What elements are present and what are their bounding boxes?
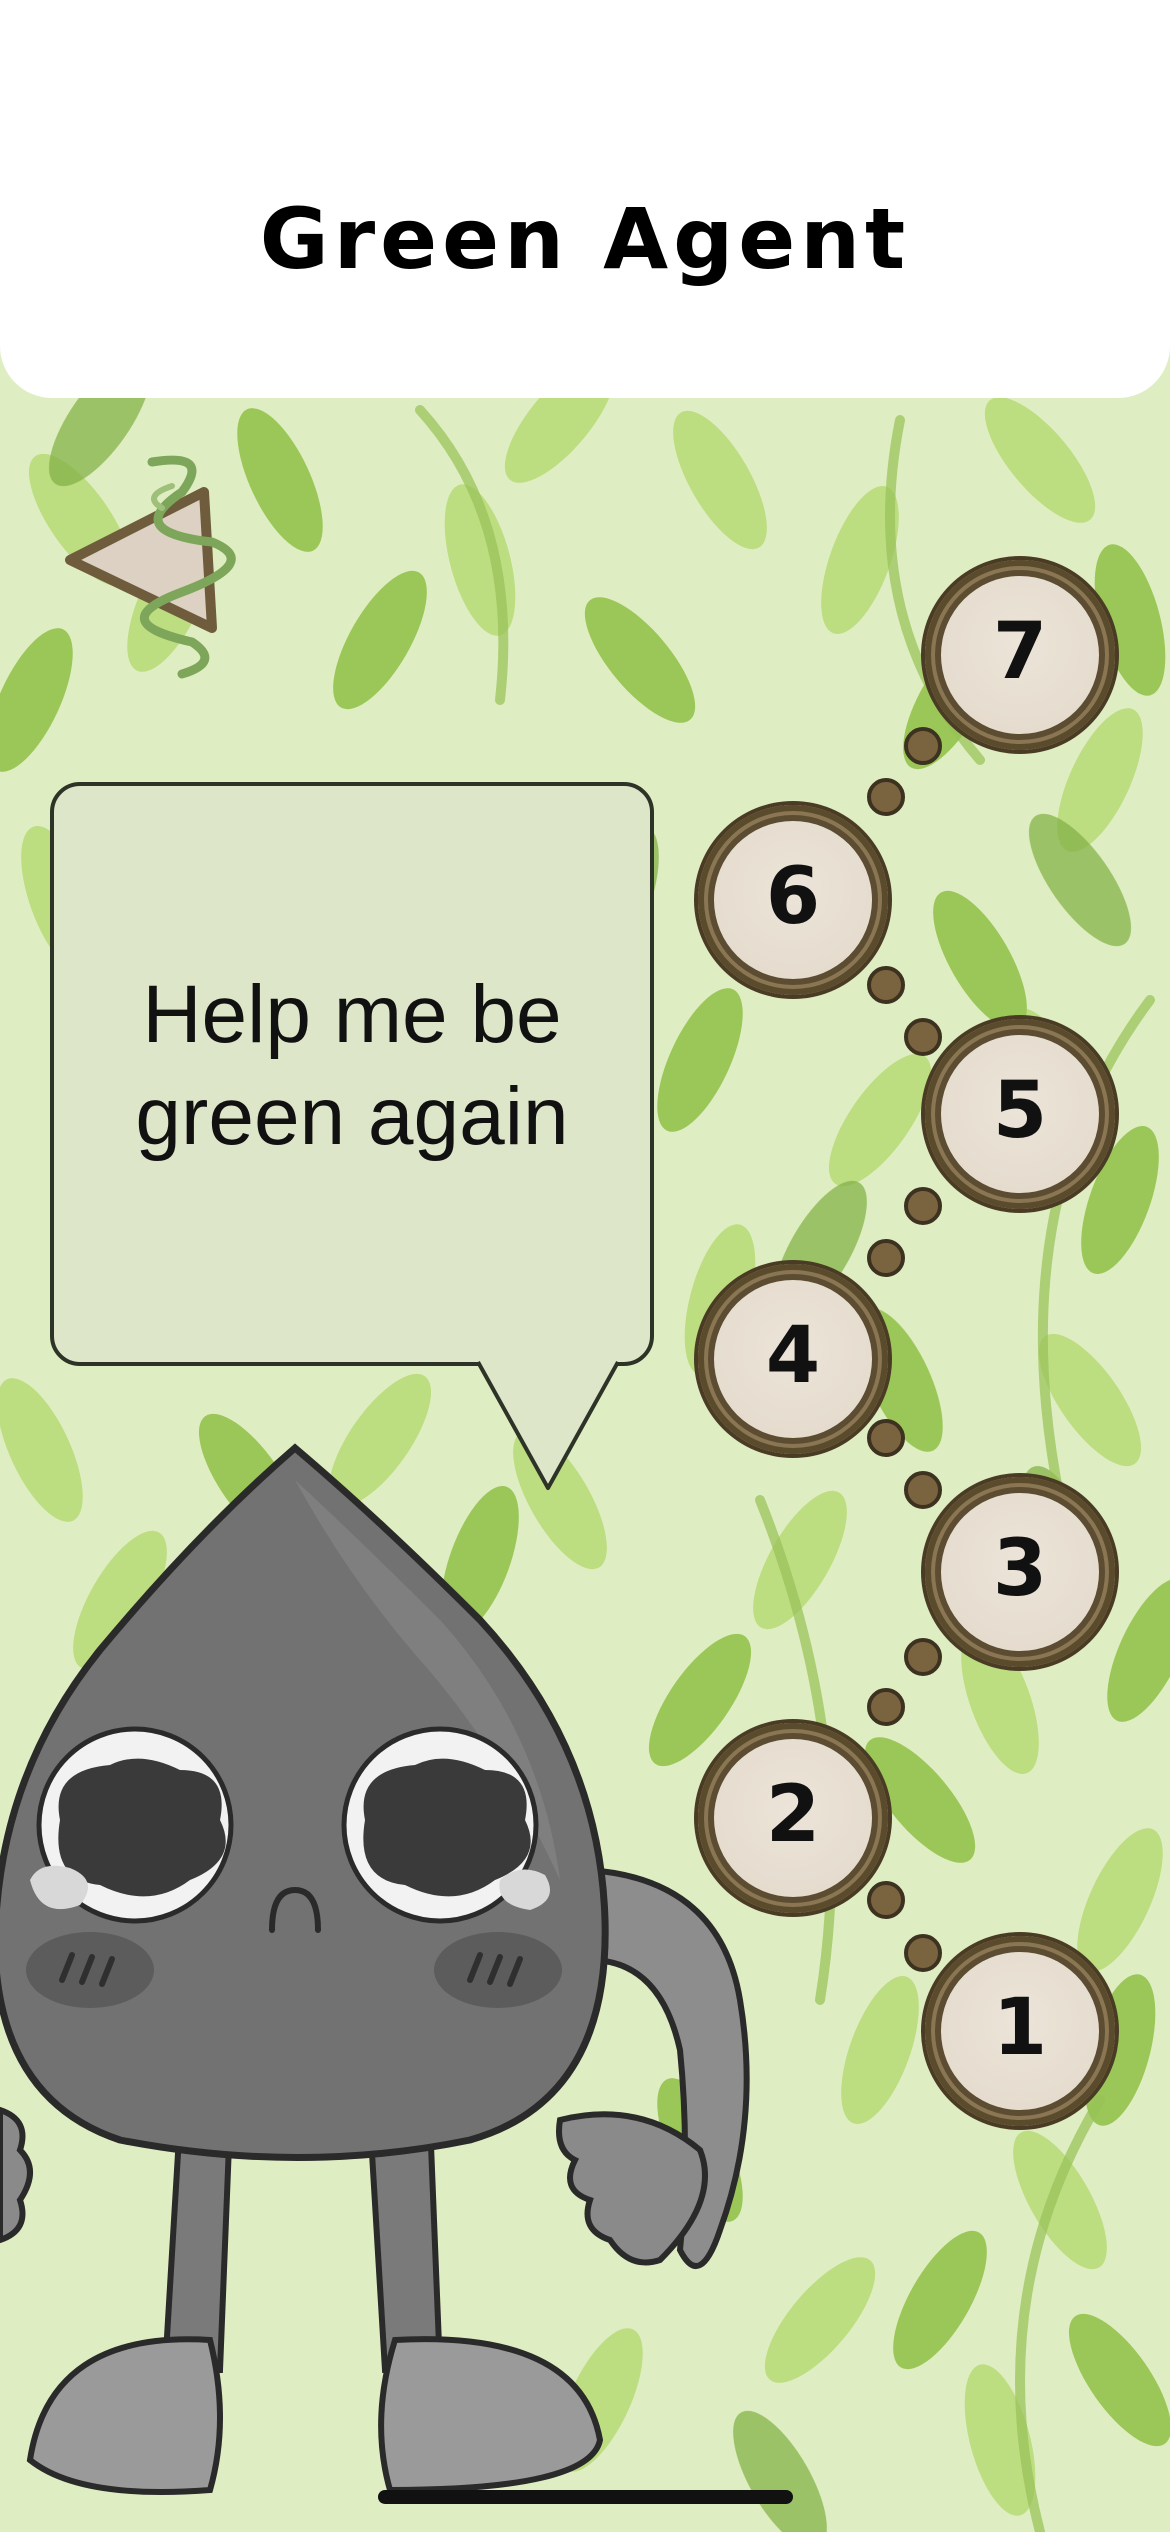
level-button-4[interactable]: 4 — [698, 1264, 888, 1454]
sad-oil-drop-character — [0, 1443, 750, 2495]
level-button-2[interactable]: 2 — [698, 1723, 888, 1913]
level-number: 1 — [992, 1983, 1048, 2073]
level-number: 3 — [992, 1524, 1048, 1614]
back-button[interactable] — [62, 452, 262, 692]
speech-bubble-text: Help me be green again — [135, 964, 568, 1168]
level-button-3[interactable]: 3 — [925, 1477, 1115, 1667]
level-number: 6 — [765, 852, 821, 942]
header-bar: Green Agent — [0, 0, 1170, 398]
level-button-1[interactable]: 1 — [925, 1936, 1115, 2126]
home-indicator[interactable] — [378, 2490, 793, 2504]
level-number: 4 — [765, 1311, 821, 1401]
triangle-back-icon — [65, 455, 236, 679]
level-number: 7 — [992, 607, 1048, 697]
speech-line-2: green again — [135, 1071, 569, 1162]
level-button-5[interactable]: 5 — [925, 1019, 1115, 1209]
level-button-6[interactable]: 6 — [698, 805, 888, 995]
level-button-7[interactable]: 7 — [925, 560, 1115, 750]
speech-bubble: Help me be green again — [50, 782, 654, 1366]
level-number: 5 — [992, 1066, 1048, 1156]
speech-line-1: Help me be — [142, 969, 562, 1060]
level-number: 2 — [765, 1770, 821, 1860]
page-title: Green Agent — [259, 190, 911, 288]
